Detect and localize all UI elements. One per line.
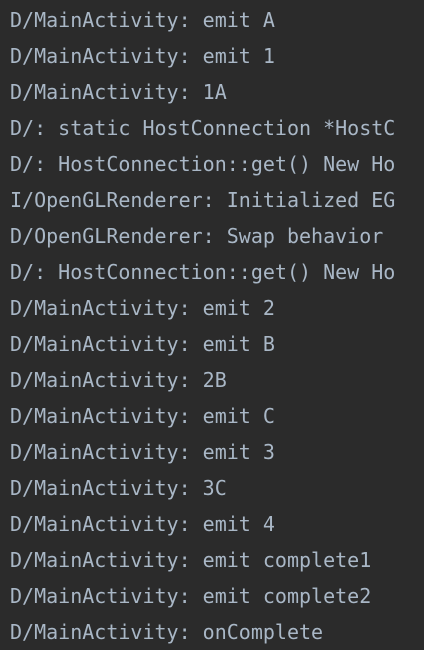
log-line: D/MainActivity: emit 1 (10, 44, 275, 68)
log-line: D/MainActivity: emit 3 (10, 440, 275, 464)
log-line: D/MainActivity: emit B (10, 332, 275, 356)
log-line: D/: HostConnection::get() New Ho (10, 260, 396, 284)
logcat-console: D/MainActivity: emit A D/MainActivity: e… (0, 0, 424, 650)
log-line: D/MainActivity: emit C (10, 404, 275, 428)
log-line: D/MainActivity: emit complete1 (10, 548, 372, 572)
log-line: D/MainActivity: emit complete2 (10, 584, 372, 608)
log-line: D/: HostConnection::get() New Ho (10, 152, 396, 176)
log-line: D/MainActivity: 1A (10, 80, 227, 104)
log-line: D/MainActivity: emit A (10, 8, 275, 32)
log-line: D/MainActivity: 3C (10, 476, 227, 500)
log-line: I/OpenGLRenderer: Initialized EG (10, 188, 396, 212)
log-line: D/OpenGLRenderer: Swap behavior (10, 224, 396, 248)
log-line: D/MainActivity: emit 2 (10, 296, 275, 320)
log-line: D/MainActivity: 2B (10, 368, 227, 392)
log-line: D/MainActivity: onComplete (10, 620, 324, 644)
log-line: D/MainActivity: emit 4 (10, 512, 275, 536)
log-line: D/: static HostConnection *HostC (10, 116, 396, 140)
